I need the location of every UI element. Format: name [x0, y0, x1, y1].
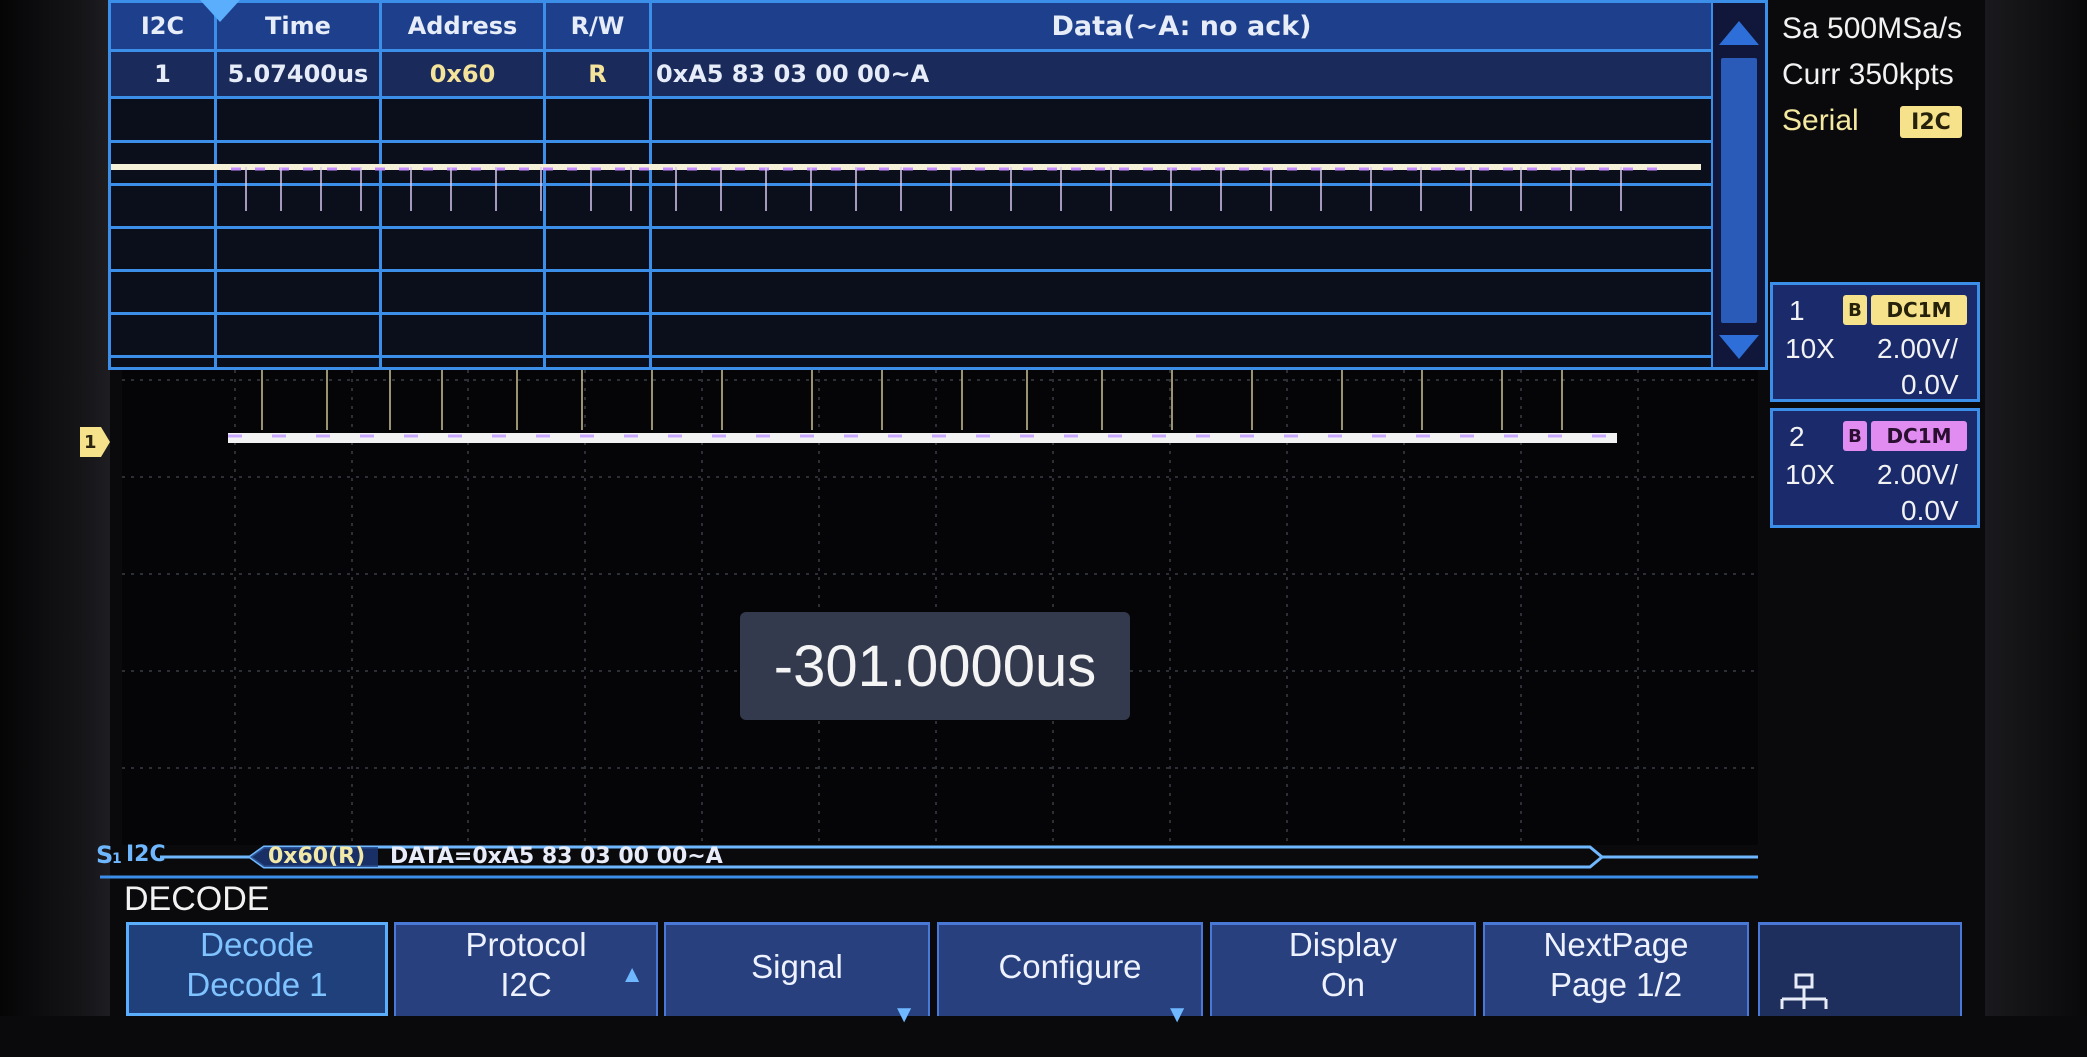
- cell-index: 1: [154, 60, 171, 88]
- channel2-scale: 2.00V/: [1877, 459, 1958, 490]
- softkey-protocol-value: I2C: [500, 966, 552, 1003]
- channel1-offset: 0.0V: [1901, 369, 1959, 400]
- memory-depth: Curr 350kpts: [1782, 58, 1954, 91]
- column-header-rw[interactable]: R/W: [546, 3, 649, 49]
- right-bezel: [1985, 0, 2087, 1016]
- arrow-down-icon: ▼: [1165, 1001, 1189, 1028]
- channel1-probe: 10X: [1785, 333, 1835, 364]
- serial-protocol-badge[interactable]: I2C: [1900, 106, 1962, 138]
- softkey-decode-value: Decode 1: [186, 966, 328, 1003]
- grid-lines: [122, 370, 1758, 845]
- triangle-down-icon[interactable]: [1713, 329, 1765, 369]
- bus-protocol: I2C: [126, 842, 166, 867]
- sample-rate: Sa 500MSa/s: [1782, 12, 1963, 45]
- serial-label: Serial: [1782, 104, 1859, 137]
- divider: [111, 269, 1711, 272]
- softkey-decode[interactable]: Decode Decode 1: [126, 922, 388, 1016]
- channel2-probe: 10X: [1785, 459, 1835, 490]
- triangle-up-icon[interactable]: [1713, 11, 1765, 51]
- channel1-coupling-badge: DC1M: [1871, 295, 1967, 325]
- decode-event-table[interactable]: I2C Time Address R/W Data(~A: no ack) 1 …: [108, 0, 1768, 370]
- cell-time: 5.07400us: [227, 60, 369, 88]
- softkey-display[interactable]: Display On: [1210, 922, 1476, 1016]
- time-offset-readout: -301.0000us: [740, 612, 1130, 720]
- divider: [111, 96, 1711, 99]
- divider: [111, 312, 1711, 315]
- softkey-configure-label: Configure: [998, 948, 1142, 985]
- time-offset-value: -301.0000us: [773, 633, 1097, 699]
- divider: [111, 355, 1711, 358]
- cell-address: 0x60: [429, 60, 496, 88]
- waveform-grid: [122, 370, 1758, 845]
- column-header-time[interactable]: Time: [217, 3, 379, 49]
- softkey-protocol[interactable]: Protocol I2C ▲: [394, 922, 658, 1016]
- channel2-offset: 0.0V: [1901, 495, 1959, 526]
- channel2-bw-badge: B: [1843, 421, 1867, 451]
- channel2-number: 2: [1789, 421, 1805, 452]
- bus-frame-address: 0x60(R): [268, 844, 366, 869]
- channel-marker-label: 1: [84, 431, 97, 453]
- left-bezel: [0, 0, 110, 1016]
- channel1-trace: [228, 370, 1617, 443]
- channel2-coupling-badge: DC1M: [1871, 421, 1967, 451]
- cell-data: 0xA5 83 03 00 00~A: [656, 60, 930, 88]
- softkey-nextpage[interactable]: NextPage Page 1/2: [1483, 922, 1749, 1016]
- softkey-display-label: Display: [1288, 926, 1398, 963]
- column-header-address[interactable]: Address: [382, 3, 543, 49]
- channel2-settings[interactable]: 2 B DC1M 10X 2.00V/ 0.0V: [1770, 408, 1980, 528]
- column-header-i2c[interactable]: I2C: [111, 3, 214, 49]
- softkey-nextpage-label: NextPage: [1543, 926, 1689, 963]
- softkey-signal[interactable]: Signal ▼: [664, 922, 930, 1028]
- table-scrollbar[interactable]: [1713, 3, 1765, 367]
- bus-label-sub: 1: [112, 851, 122, 867]
- scrollbar-thumb[interactable]: [1721, 58, 1757, 323]
- divider: [111, 140, 1711, 143]
- serial-bus-trace[interactable]: S 1 I2C 0x60(R) DATA=0xA5 83 03 00 00~A: [96, 841, 1758, 883]
- bus-frame-data: DATA=0xA5 83 03 00 00~A: [390, 844, 723, 869]
- channel1-settings[interactable]: 1 B DC1M 10X 2.00V/ 0.0V: [1770, 282, 1980, 402]
- softkey-configure[interactable]: Configure ▼: [937, 922, 1203, 1028]
- channel1-scale: 2.00V/: [1877, 333, 1958, 364]
- divider: [111, 226, 1711, 229]
- channel2-trace: [111, 164, 1701, 211]
- softkey-display-value: On: [1320, 966, 1366, 1003]
- softkey-nextpage-value: Page 1/2: [1549, 966, 1683, 1003]
- channel1-bw-badge: B: [1843, 295, 1867, 325]
- channel1-number: 1: [1789, 295, 1805, 326]
- column-header-data[interactable]: Data(~A: no ack): [652, 3, 1711, 49]
- cell-rw: R: [588, 60, 607, 88]
- arrow-down-icon: ▼: [892, 1001, 916, 1028]
- arrow-up-icon: ▲: [620, 961, 644, 988]
- network-status: [1758, 922, 1962, 1016]
- softkey-signal-label: Signal: [751, 948, 843, 985]
- bus-label: S: [96, 841, 114, 869]
- softkey-decode-label: Decode: [200, 926, 314, 963]
- trigger-position-icon[interactable]: [200, 0, 240, 24]
- softkey-protocol-label: Protocol: [465, 926, 587, 963]
- menu-title: DECODE: [124, 880, 270, 918]
